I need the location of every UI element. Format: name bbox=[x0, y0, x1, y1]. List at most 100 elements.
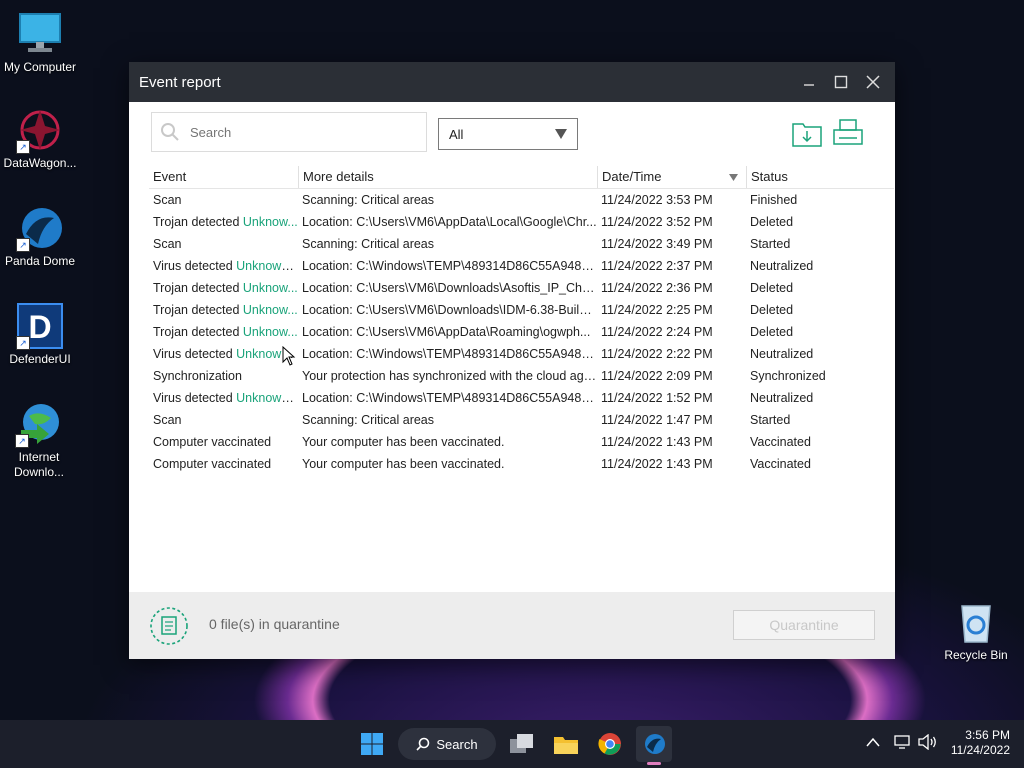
event-type: Computer vaccinated bbox=[153, 457, 272, 471]
print-button[interactable] bbox=[832, 118, 866, 148]
close-button[interactable] bbox=[857, 62, 889, 102]
window-title: Event report bbox=[139, 73, 221, 91]
desktop-icon-panda-dome[interactable]: ↗ Panda Dome bbox=[0, 204, 80, 269]
volume-button[interactable] bbox=[918, 733, 938, 753]
table-row[interactable]: Trojan detected Unknow... Location: C:\Us… bbox=[149, 321, 894, 343]
speaker-icon bbox=[918, 733, 936, 751]
table-row[interactable]: Virus detected Unknown... Location: C:\Wi… bbox=[149, 343, 894, 365]
cell-datetime: 11/24/2022 1:43 PM bbox=[601, 457, 713, 471]
network-button[interactable] bbox=[894, 734, 912, 753]
table-row[interactable]: Virus detected Unknown... Location: C:\Wi… bbox=[149, 255, 894, 277]
cell-datetime: 11/24/2022 2:22 PM bbox=[601, 347, 713, 361]
show-hidden-icons-button[interactable] bbox=[866, 734, 880, 750]
taskbar-search-button[interactable]: Search bbox=[398, 728, 496, 760]
desktop-icon-my-computer[interactable]: My Computer bbox=[0, 10, 80, 75]
event-type: Trojan detected bbox=[153, 303, 243, 317]
toolbar: All bbox=[129, 102, 895, 164]
cell-status: Deleted bbox=[750, 215, 794, 229]
cell-event: Scan bbox=[149, 233, 298, 255]
table-row[interactable]: Scan Scanning: Critical areas 11/24/2022 3… bbox=[149, 233, 894, 255]
column-header-event[interactable]: Event bbox=[149, 166, 298, 188]
threat-name-link[interactable]: Unknow... bbox=[243, 325, 298, 339]
table-row[interactable]: Scan Scanning: Critical areas 11/24/2022 3… bbox=[149, 189, 894, 211]
event-type: Virus detected bbox=[153, 391, 237, 405]
cell-status: Neutralized bbox=[750, 347, 814, 361]
cell-status: Finished bbox=[750, 193, 798, 207]
column-header-date-time[interactable]: Date/Time bbox=[597, 166, 746, 188]
export-folder-button[interactable] bbox=[791, 118, 825, 148]
search-input[interactable] bbox=[188, 123, 412, 141]
chevron-down-icon bbox=[555, 129, 567, 139]
threat-name-link[interactable]: Unknown... bbox=[236, 259, 298, 273]
event-filter-select[interactable]: All bbox=[438, 118, 578, 150]
desktop-icon-defenderui[interactable]: D ↗ DefenderUI bbox=[0, 302, 80, 367]
quarantine-button[interactable]: Quarantine bbox=[733, 610, 875, 640]
cell-details: Location: C:\Windows\TEMP\489314D86C55A9… bbox=[302, 391, 597, 405]
threat-name-link[interactable]: Unknown... bbox=[236, 391, 298, 405]
table-row[interactable]: Trojan detected Unknow... Location: C:\Us… bbox=[149, 277, 894, 299]
table-body: Scan Scanning: Critical areas 11/24/2022 3… bbox=[149, 189, 894, 475]
cell-datetime: 11/24/2022 2:37 PM bbox=[601, 259, 713, 273]
quarantine-count-text: 0 file(s) in quarantine bbox=[209, 616, 340, 632]
cell-event: Trojan detected Unknow... bbox=[149, 299, 298, 321]
cell-event: Computer vaccinated bbox=[149, 431, 298, 453]
threat-name-link[interactable]: Unknow... bbox=[243, 303, 298, 317]
taskbar-search-label: Search bbox=[436, 736, 478, 752]
minimize-button[interactable] bbox=[793, 62, 825, 102]
cell-datetime: 11/24/2022 1:43 PM bbox=[601, 435, 713, 449]
cell-status: Neutralized bbox=[750, 259, 814, 273]
table-row[interactable]: Synchronization Your protection has synch… bbox=[149, 365, 894, 387]
chevron-up-icon bbox=[866, 737, 880, 747]
cell-details: Location: C:\Windows\TEMP\489314D86C55A9… bbox=[302, 259, 597, 273]
table-row[interactable]: Scan Scanning: Critical areas 11/24/2022 1… bbox=[149, 409, 894, 431]
desktop-icon-internet-download-manager[interactable]: ↗ Internet Downlo... bbox=[0, 400, 78, 480]
table-row[interactable]: Virus detected Unknown... Location: C:\Wi… bbox=[149, 387, 894, 409]
cell-status: Neutralized bbox=[750, 391, 814, 405]
cell-details: Location: C:\Users\VM6\AppData\Local\Goo… bbox=[302, 215, 597, 229]
cell-event: Trojan detected Unknow... bbox=[149, 321, 298, 343]
event-type: Trojan detected bbox=[153, 215, 243, 229]
threat-name-link[interactable]: Unknow... bbox=[243, 281, 298, 295]
window-titlebar[interactable]: Event report bbox=[129, 62, 895, 102]
desktop-icon-datawagon[interactable]: ↗ DataWagon... bbox=[0, 106, 80, 171]
folder-icon bbox=[554, 737, 578, 754]
table-row[interactable]: Trojan detected Unknow... Location: C:\Us… bbox=[149, 299, 894, 321]
column-header-more-details[interactable]: More details bbox=[298, 166, 597, 188]
chrome-icon bbox=[598, 733, 621, 755]
close-icon bbox=[866, 75, 880, 89]
task-view-button[interactable] bbox=[504, 726, 540, 762]
cell-datetime: 11/24/2022 3:49 PM bbox=[601, 237, 713, 251]
event-report-window: Event report All bbox=[129, 62, 895, 659]
cell-event: Virus detected Unknown... bbox=[149, 343, 298, 365]
table-row[interactable]: Computer vaccinated Your computer has bee… bbox=[149, 453, 894, 475]
panda-dome-taskbar-button[interactable] bbox=[636, 726, 672, 765]
event-type: Scan bbox=[153, 193, 182, 207]
panda-dome-icon: ↗ bbox=[16, 204, 64, 252]
event-filter-value: All bbox=[449, 126, 464, 142]
event-type: Trojan detected bbox=[153, 281, 243, 295]
column-header-status[interactable]: Status bbox=[746, 166, 894, 188]
desktop-icon-recycle-bin[interactable]: Recycle Bin bbox=[936, 598, 1016, 663]
threat-name-link[interactable]: Unknow... bbox=[243, 215, 298, 229]
cell-datetime: 11/24/2022 2:25 PM bbox=[601, 303, 713, 317]
cell-status: Synchronized bbox=[750, 369, 826, 383]
search-box[interactable] bbox=[151, 112, 427, 152]
mouse-cursor-icon bbox=[282, 346, 296, 366]
start-button[interactable] bbox=[354, 726, 390, 762]
table-row[interactable]: Trojan detected Unknow... Location: C:\Us… bbox=[149, 211, 894, 233]
taskbar: Search 3:56 PM 11/24/2022 bbox=[0, 720, 1024, 768]
maximize-button[interactable] bbox=[825, 62, 857, 102]
cell-event: Scan bbox=[149, 189, 298, 211]
task-view-icon bbox=[510, 734, 533, 753]
datawagon-icon: ↗ bbox=[16, 106, 64, 154]
cell-details: Scanning: Critical areas bbox=[302, 413, 435, 427]
event-type: Computer vaccinated bbox=[153, 435, 272, 449]
cell-details: Your protection has synchronized with th… bbox=[302, 369, 597, 383]
taskbar-clock[interactable]: 3:56 PM 11/24/2022 bbox=[951, 728, 1010, 758]
quarantine-icon bbox=[149, 606, 189, 646]
table-row[interactable]: Computer vaccinated Your computer has bee… bbox=[149, 431, 894, 453]
chrome-button[interactable] bbox=[592, 726, 628, 762]
file-explorer-button[interactable] bbox=[548, 726, 584, 762]
cell-details: Scanning: Critical areas bbox=[302, 237, 435, 251]
printer-icon bbox=[833, 119, 863, 145]
